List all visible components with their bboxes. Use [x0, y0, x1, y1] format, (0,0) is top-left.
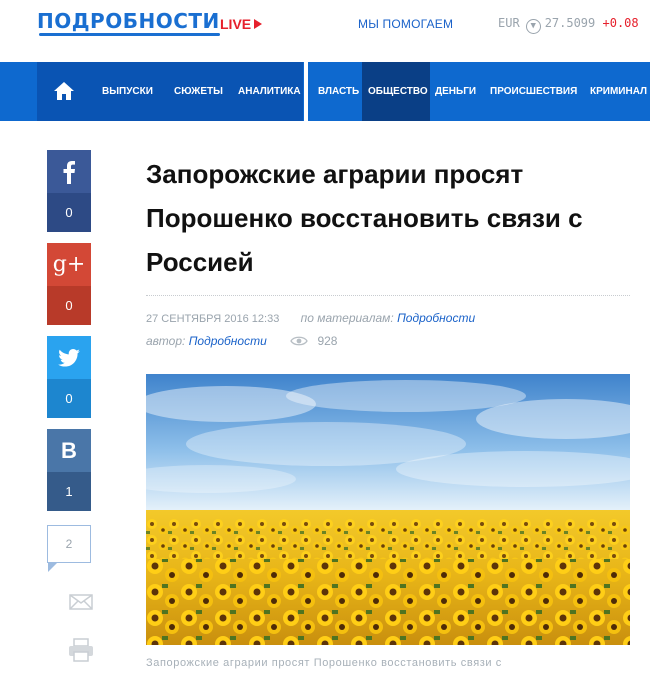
article-date: 27 сентября 2016 12:33	[146, 313, 280, 325]
currency-widget[interactable]: EUR ▼ 27.5099 +0.08	[498, 16, 639, 34]
facebook-share[interactable]: 0	[47, 150, 91, 232]
article-title: Запорожские аграрии просят Порошенко вос…	[146, 159, 583, 277]
home-button[interactable]	[37, 62, 91, 121]
nav-item-syuzhety[interactable]: СЮЖЕТЫ	[174, 62, 223, 121]
nav-item-kriminal[interactable]: КРИМИНАЛ	[590, 62, 647, 121]
mail-icon[interactable]	[69, 594, 93, 615]
source-label: по материалам:	[300, 311, 394, 325]
google-plus-icon: g+	[47, 243, 91, 286]
currency-code: EUR	[498, 16, 520, 30]
article-meta: 27 сентября 2016 12:33 по материалам: По…	[146, 311, 475, 325]
nav-item-analitika[interactable]: АНАЛИТИКА	[238, 62, 301, 121]
live-link[interactable]: LIVE	[220, 16, 263, 32]
help-link[interactable]: МЫ ПОМОГАЕМ	[358, 17, 453, 31]
nav-item-obshchestvo[interactable]: ОБЩЕСТВО	[368, 62, 428, 121]
site-logo-text: ПОДРОБНОСТИ	[37, 9, 220, 33]
google-plus-count: 0	[47, 286, 91, 325]
facebook-count: 0	[47, 193, 91, 232]
currency-rate: 27.5099	[544, 16, 596, 30]
twitter-count: 0	[47, 379, 91, 418]
title-divider	[146, 295, 630, 296]
nav-item-vypuski[interactable]: ВЫПУСКИ	[102, 62, 153, 121]
image-caption: Запорожские аграрии просят Порошенко вос…	[146, 657, 502, 669]
print-icon[interactable]	[68, 638, 94, 667]
eye-icon	[290, 335, 308, 350]
nav-item-proisshestviya[interactable]: ПРОИСШЕСТВИЯ	[490, 62, 577, 121]
chevron-down-icon[interactable]: ▼	[525, 19, 541, 34]
sunflower-field-image	[146, 374, 630, 645]
nav-item-dengi[interactable]: ДЕНЬГИ	[435, 62, 476, 121]
nav-item-vlast[interactable]: ВЛАСТЬ	[318, 62, 359, 121]
home-icon	[54, 82, 74, 100]
vk-icon: В	[47, 429, 91, 472]
google-plus-share[interactable]: g+ 0	[47, 243, 91, 325]
top-bar: ПОДРОБНОСТИ LIVE МЫ ПОМОГАЕМ EUR ▼ 27.5099…	[0, 0, 650, 62]
site-logo[interactable]: ПОДРОБНОСТИ	[37, 9, 220, 36]
vk-share[interactable]: В 1	[47, 429, 91, 511]
article-author-meta: автор: Подробности 928	[146, 334, 337, 350]
currency-change: +0.08	[602, 16, 639, 30]
twitter-share[interactable]: 0	[47, 336, 91, 418]
main-nav: ВЫПУСКИ СЮЖЕТЫ АНАЛИТИКА ВЛАСТЬ ОБЩЕСТВО…	[0, 62, 650, 121]
author-link[interactable]: Подробности	[189, 334, 267, 348]
twitter-icon	[47, 336, 91, 379]
live-label: LIVE	[220, 16, 252, 32]
source-link[interactable]: Подробности	[397, 311, 475, 325]
nav-divider	[304, 62, 308, 121]
logo-underline	[39, 33, 220, 36]
author-label: автор:	[146, 334, 186, 348]
comments-count-button[interactable]: 2	[47, 525, 91, 572]
play-icon	[254, 19, 263, 29]
facebook-icon	[47, 150, 91, 193]
views-count: 928	[317, 334, 338, 348]
vk-count: 1	[47, 472, 91, 511]
article-image	[146, 374, 630, 645]
